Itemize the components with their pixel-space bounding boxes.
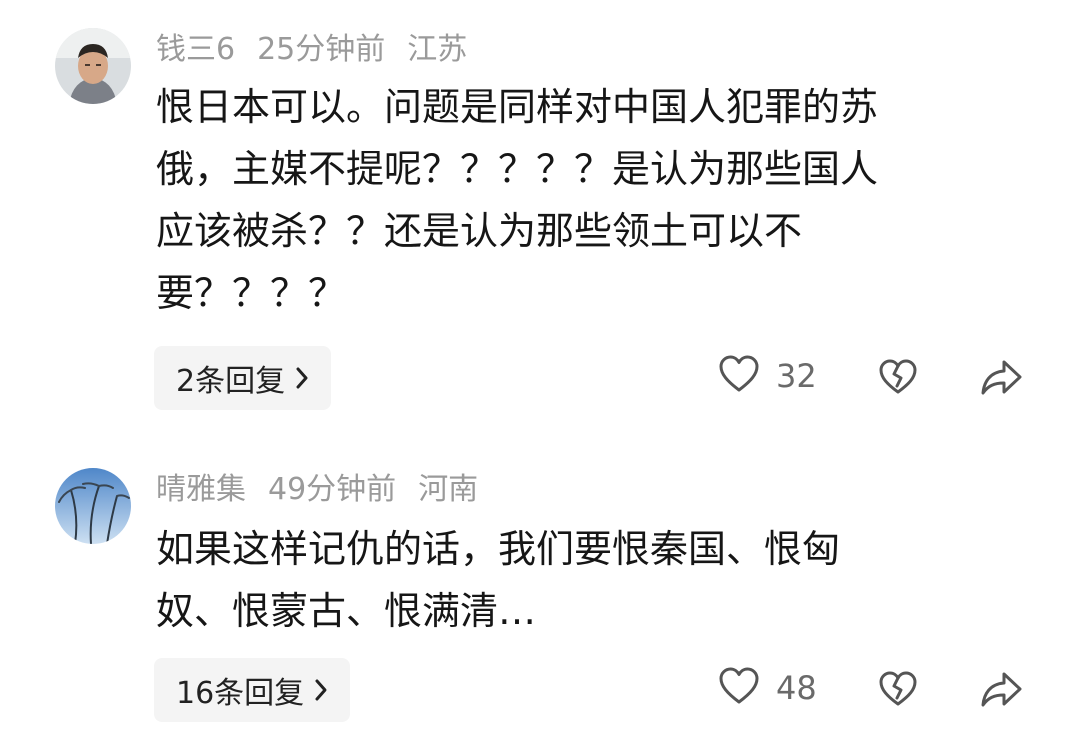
share-button[interactable] [980,670,1024,714]
comment-location: 江苏 [407,32,468,67]
comment-text: 恨日本可以。问题是同样对中国人犯罪的苏 俄，主媒不提呢？？？？？是认为那些国人 … [156,76,1006,324]
heart-outline-icon [718,666,760,710]
dislike-button[interactable] [878,358,918,400]
comment-location: 河南 [418,472,479,507]
comment-time: 49分钟前 [268,472,397,507]
dislike-button[interactable] [878,670,918,712]
comment-item: 钱三6 25分钟前 江苏 恨日本可以。问题是同样对中国人犯罪的苏 俄，主媒不提呢？？… [0,0,1080,430]
comment-line: 俄，主媒不提呢？？？？？是认为那些国人 [156,147,879,191]
comment-actions: 32 [0,346,1080,410]
like-count: 32 [776,357,817,395]
comment-meta: 晴雅集 49分钟前 河南 [156,470,500,510]
like-button[interactable]: 48 [718,666,817,710]
share-arrow-icon [980,360,1024,402]
like-count: 48 [776,669,817,707]
broken-heart-icon [878,671,918,712]
comment-line: 奴、恨蒙古、恨满清… [156,589,537,633]
comment-line: 恨日本可以。问题是同样对中国人犯罪的苏 [156,85,879,129]
like-button[interactable]: 32 [718,354,817,398]
broken-heart-icon [878,359,918,400]
comment-actions: 48 [0,658,1080,722]
share-button[interactable] [980,358,1024,402]
comment-line: 如果这样记仇的话，我们要恨秦国、恨匈 [156,527,841,571]
avatar[interactable] [55,468,131,544]
comment-meta: 钱三6 25分钟前 江苏 [156,30,489,70]
username[interactable]: 钱三6 [156,32,235,67]
comment-text: 如果这样记仇的话，我们要恨秦国、恨匈 奴、恨蒙古、恨满清… [156,518,1006,642]
comment-time: 25分钟前 [257,32,386,67]
username[interactable]: 晴雅集 [156,472,246,507]
avatar[interactable] [55,28,131,104]
comment-item: 晴雅集 49分钟前 河南 如果这样记仇的话，我们要恨秦国、恨匈 奴、恨蒙古、恨满清…… [0,430,1080,738]
share-arrow-icon [980,672,1024,714]
comment-line: 要？？？？ [156,271,347,315]
comment-line: 应该被杀？？还是认为那些领土可以不 [156,209,803,253]
heart-outline-icon [718,354,760,398]
